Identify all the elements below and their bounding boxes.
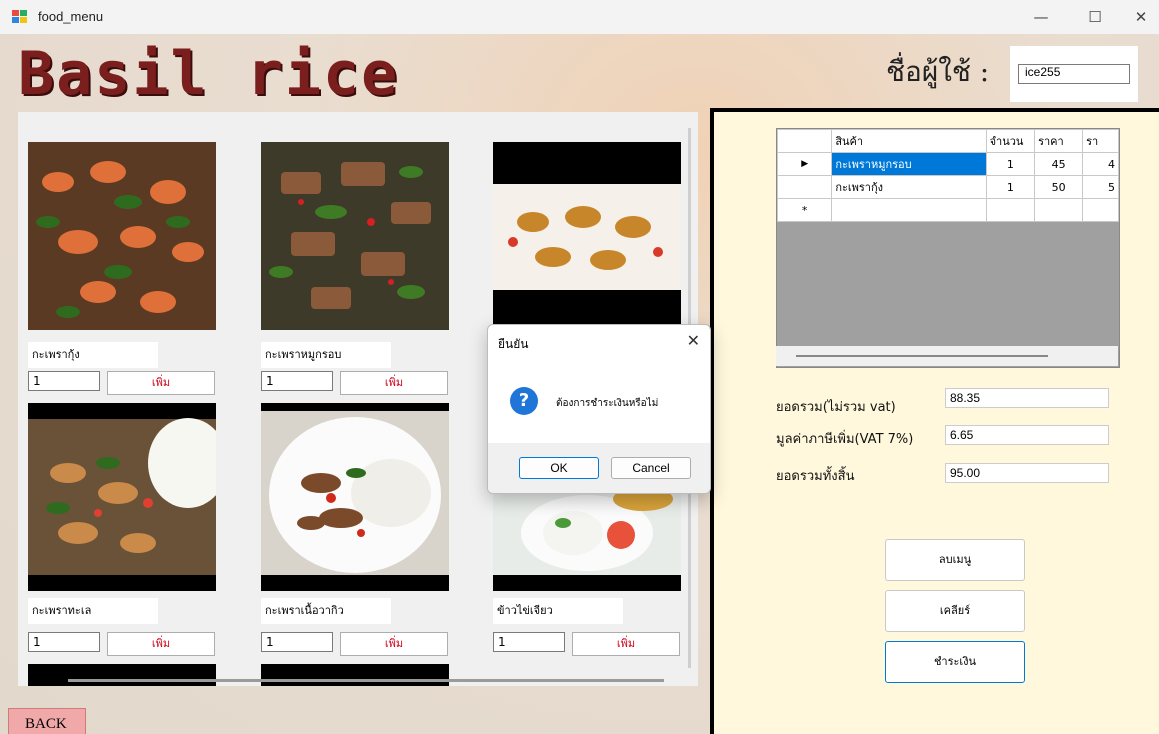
clear-order-button[interactable]: เคลียร์ [885, 590, 1025, 632]
total-label: ยอดรวมทั้งสิ้น [776, 469, 855, 484]
pay-button[interactable]: ชำระเงิน [885, 641, 1025, 683]
add-crispy-pork-button[interactable]: เพิ่ม [340, 371, 448, 395]
app-icon [12, 10, 28, 24]
new-row-marker: * [777, 198, 833, 222]
column-header-price[interactable]: ราคา [1034, 129, 1084, 153]
grid-cell-price[interactable]: 45 [1034, 152, 1084, 176]
grid-cell-qty[interactable]: 1 [985, 175, 1036, 199]
menu-item-name: กะเพราหมูกรอบ [261, 342, 391, 368]
total-field[interactable]: 95.00 [945, 463, 1109, 483]
quantity-field[interactable]: 1 [493, 632, 565, 652]
grid-cell-item[interactable]: กะเพรากุ้ง [831, 175, 987, 199]
confirm-dialog: ยืนยัน ✕ ? ต้องการชำระเงินหรือไม่ OK Can… [487, 324, 711, 494]
cancel-button[interactable]: Cancel [611, 457, 691, 479]
maximize-button[interactable]: ☐ [1072, 0, 1118, 34]
menu-item-name: กะเพราทะเล [28, 598, 158, 624]
food-photo-wagyu [261, 403, 449, 591]
window-title: food_menu [38, 9, 104, 24]
menu-item-name: กะเพราเนื้อวากิว [261, 598, 391, 624]
food-photo-partial [261, 664, 449, 686]
subtotal-label: ยอดรวม(ไม่รวม vat) [776, 400, 896, 415]
grid-cell-item[interactable] [831, 198, 987, 222]
dialog-message: ต้องการชำระเงินหรือไม่ [556, 398, 659, 409]
menu-item-name: กะเพรากุ้ง [28, 342, 158, 368]
minimize-button[interactable]: — [1018, 0, 1064, 34]
food-photo-partial [28, 664, 216, 686]
food-menu-window: food_menu — ☐ ✕ Basil rice ชื่อผู้ใช้ : … [0, 0, 1159, 734]
table-row[interactable]: ▶ กะเพราหมูกรอบ 1 45 4 [777, 152, 1119, 176]
menu-horizontal-scrollbar[interactable] [68, 679, 664, 682]
grid-cell-qty[interactable]: 1 [985, 152, 1036, 176]
add-shrimp-button[interactable]: เพิ่ม [107, 371, 215, 395]
brand-title: Basil rice [18, 39, 400, 109]
grid-header-row: สินค้า จำนวน ราคา รา [777, 129, 1119, 153]
column-header-total[interactable]: รา [1082, 129, 1119, 153]
row-header [777, 175, 833, 199]
current-row-marker: ▶ [777, 152, 833, 176]
grid-cell-total[interactable]: 5 [1082, 175, 1119, 199]
menu-item-name: ข้าวไข่เจียว [493, 598, 623, 624]
grid-cell-price[interactable]: 50 [1034, 175, 1084, 199]
quantity-field[interactable]: 1 [261, 371, 333, 391]
table-row[interactable]: กะเพรากุ้ง 1 50 5 [777, 175, 1119, 199]
grid-cell-item[interactable]: กะเพราหมูกรอบ [831, 152, 987, 176]
username-field[interactable]: ice255 [1018, 64, 1130, 84]
question-icon: ? [510, 387, 538, 415]
grid-horizontal-scrollbar[interactable] [776, 346, 1118, 366]
title-bar: food_menu — ☐ ✕ [0, 0, 1159, 34]
add-wagyu-button[interactable]: เพิ่ม [340, 632, 448, 656]
quantity-field[interactable]: 1 [261, 632, 333, 652]
ok-button[interactable]: OK [519, 457, 599, 479]
column-header-item[interactable]: สินค้า [831, 129, 987, 153]
vat-field[interactable]: 6.65 [945, 425, 1109, 445]
vat-label: มูลค่าภาษีเพิ่ม(VAT 7%) [776, 432, 914, 447]
food-photo-shrimp [28, 142, 216, 330]
order-grid[interactable]: สินค้า จำนวน ราคา รา ▶ กะเพราหมูกรอบ 1 4… [776, 128, 1120, 368]
subtotal-field[interactable]: 88.35 [945, 388, 1109, 408]
dialog-footer: OK Cancel [488, 443, 710, 493]
dialog-body: ? ต้องการชำระเงินหรือไม่ [488, 359, 710, 443]
grid-cell-price[interactable] [1034, 198, 1084, 222]
food-photo-squid [493, 142, 681, 330]
close-window-button[interactable]: ✕ [1118, 0, 1159, 34]
back-button[interactable]: BACK [8, 708, 86, 734]
column-header-qty[interactable]: จำนวน [985, 129, 1036, 153]
quantity-field[interactable]: 1 [28, 632, 100, 652]
dialog-close-icon[interactable]: ✕ [687, 331, 700, 350]
quantity-field[interactable]: 1 [28, 371, 100, 391]
delete-item-button[interactable]: ลบเมนู [885, 539, 1025, 581]
grid-cell-total[interactable]: 4 [1082, 152, 1119, 176]
username-label: ชื่อผู้ใช้ : [886, 55, 990, 88]
grid-cell-total[interactable] [1082, 198, 1119, 222]
grid-cell-qty[interactable] [985, 198, 1036, 222]
new-row[interactable]: * [777, 198, 1119, 222]
dialog-title: ยืนยัน [498, 337, 529, 351]
add-seafood-button[interactable]: เพิ่ม [107, 632, 215, 656]
food-photo-seafood [28, 403, 216, 591]
add-omelette-rice-button[interactable]: เพิ่ม [572, 632, 680, 656]
grid-row-header-corner [777, 129, 833, 153]
food-photo-crispy-pork [261, 142, 449, 330]
